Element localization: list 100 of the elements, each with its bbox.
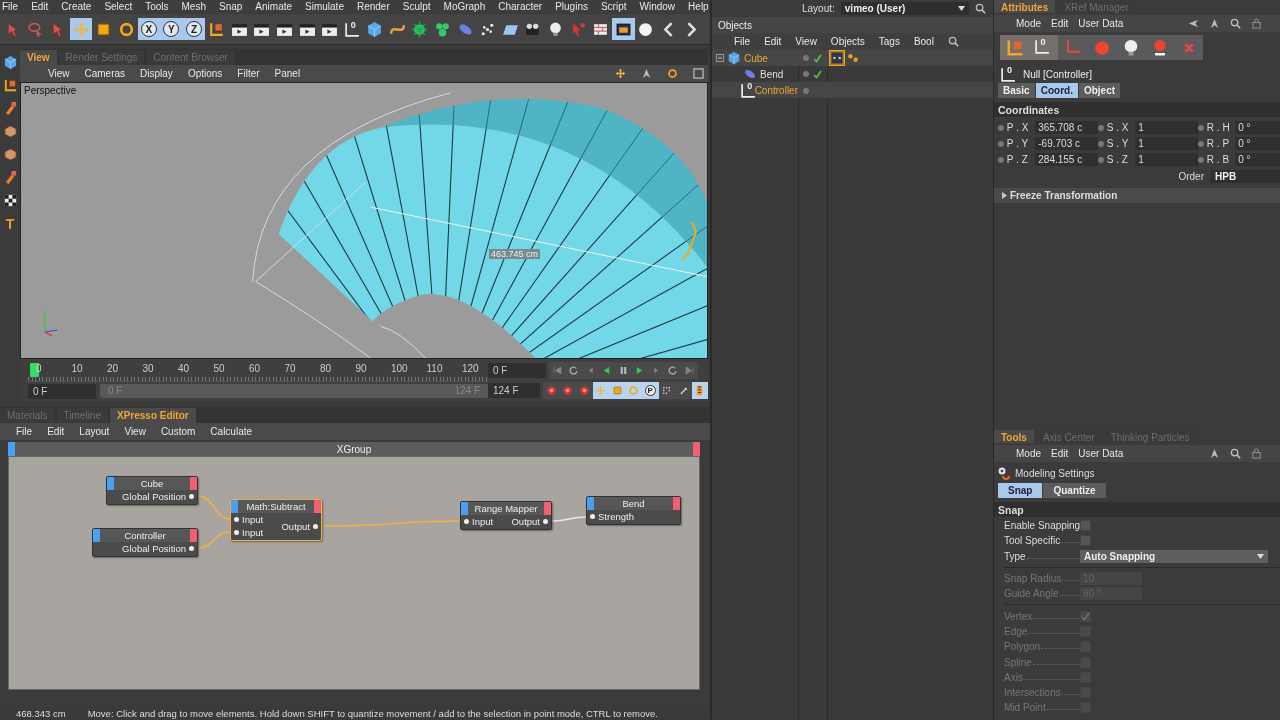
menu-item[interactable]: User Data [1078,18,1124,29]
search-icon[interactable] [1230,448,1241,459]
menu-item[interactable]: Cameras [84,68,126,79]
animate-dot[interactable] [1198,124,1204,131]
menu-item[interactable]: Edit [764,36,782,47]
grid-icon[interactable] [661,385,673,396]
number-field[interactable]: -69.703 c [1035,137,1098,150]
panel-icon[interactable] [693,68,704,79]
axis-lock-button[interactable]: Z [186,21,203,37]
attribute-tab[interactable]: Object [1078,83,1121,98]
output-port[interactable]: Global Position [119,543,197,554]
sphere-icon[interactable] [637,20,655,38]
xpresso-node[interactable]: Range Mapper Input Output [460,501,552,530]
menu-item[interactable]: Render [356,1,390,12]
input-port[interactable]: Input [231,527,267,538]
output-port[interactable]: Output [508,516,551,527]
search-icon[interactable] [974,2,986,14]
menu-item[interactable]: Bool [913,36,934,47]
menu-item[interactable]: View [124,426,146,437]
checkbox[interactable] [1080,535,1091,547]
animate-dot[interactable] [1198,140,1204,147]
menu-item[interactable]: Mode [1016,18,1041,29]
order-dropdown[interactable]: HPB [1210,169,1280,183]
menu-item[interactable]: Display [140,68,173,79]
panel-tab[interactable]: Attributes [994,0,1056,13]
xpresso-node[interactable]: Bend Strength [586,496,681,525]
menu-item[interactable]: Edit [31,1,49,12]
cluster-icon[interactable] [434,20,452,38]
axis-lock-button[interactable]: X [140,21,157,37]
attribute-tab[interactable]: Coord. [1035,83,1078,98]
menu-item[interactable]: Simulate [305,1,344,12]
menu-item[interactable]: Edit [1051,18,1069,29]
polygon-icon[interactable] [2,147,18,162]
menu-item[interactable]: View [48,68,70,79]
loop-icon[interactable] [667,365,679,376]
menu-item[interactable]: Create [61,1,92,12]
tool-tab[interactable]: Snap [998,483,1043,498]
visibility-dot[interactable] [803,71,809,77]
polygon-icon[interactable] [2,124,18,139]
object-name[interactable]: Cube [744,52,768,64]
panel-tab[interactable]: View [20,50,57,65]
first-frame-icon[interactable] [551,365,563,376]
search-icon[interactable] [947,36,959,47]
menu-item[interactable]: MoGraph [443,1,486,12]
menu-item[interactable]: Edit [1051,448,1069,459]
visibility-dot[interactable] [803,87,809,94]
menu-item[interactable]: Help [688,1,709,12]
back-arrow-icon[interactable] [1188,18,1199,29]
menu-item[interactable]: User Data [1078,448,1124,459]
node-wire[interactable] [197,495,231,520]
expand-arrow-icon[interactable] [1002,192,1007,199]
checkbox[interactable] [1080,520,1091,532]
input-port[interactable]: Strength [587,511,637,522]
menu-item[interactable]: Filter [237,68,260,79]
check-icon[interactable] [813,53,822,63]
number-field[interactable]: 284.155 c [1035,153,1098,166]
axes-icon[interactable] [208,20,226,38]
menu-item[interactable]: Animate [255,1,293,12]
menu-item[interactable]: Mesh [181,1,206,12]
visibility-dot[interactable] [803,55,809,61]
lock-icon[interactable] [1251,448,1262,459]
number-field[interactable]: 0 ° [1235,121,1280,134]
caret-icon[interactable] [1257,553,1264,559]
xpresso-tag-icon[interactable] [830,51,844,65]
start-frame-field[interactable]: 0 F [28,383,96,399]
output-port[interactable]: Global Position [119,491,197,502]
menu-item[interactable]: File [2,1,19,12]
search-icon[interactable] [1230,18,1241,29]
attribute-tab[interactable]: Basic [998,83,1035,98]
axes-icon[interactable] [2,78,18,93]
rotate-icon[interactable] [117,20,135,38]
menu-item[interactable]: Character [498,1,543,12]
animate-dot[interactable] [998,124,1004,131]
cube-icon[interactable] [2,55,18,70]
up-arrow-icon[interactable] [641,68,652,79]
current-frame-field[interactable]: 0 F [488,363,546,378]
record-icon[interactable] [578,385,590,396]
animate-dot[interactable] [1098,156,1104,163]
menu-item[interactable]: View [795,36,817,47]
up-arrow-icon[interactable] [1209,448,1220,459]
xpresso-node[interactable]: Controller Global Position [92,528,198,557]
menu-item[interactable]: Snap [219,1,243,12]
dots-tag-icon[interactable] [846,51,860,65]
text-tool-icon[interactable]: T [5,216,15,232]
record-icon[interactable] [545,385,557,396]
up-arrow-icon[interactable] [1209,18,1220,29]
animate-dot[interactable] [1098,124,1104,131]
tool-tab[interactable]: Quantize [1043,483,1106,498]
number-field[interactable]: 1 [1135,121,1198,134]
animate-dot[interactable] [1098,140,1104,147]
animate-dot[interactable] [998,140,1004,147]
animate-dot[interactable] [1198,156,1204,163]
node-wire[interactable] [321,520,461,527]
type-dropdown[interactable]: Auto Snapping [1080,549,1268,563]
menu-item[interactable]: File [16,426,33,437]
menu-item[interactable]: Layout [79,426,110,437]
menu-item[interactable]: Sculpt [402,1,431,12]
check-icon[interactable] [813,69,822,79]
xpresso-node[interactable]: Cube Global Position [106,476,198,505]
axis-lock-button[interactable]: Y [163,21,180,37]
